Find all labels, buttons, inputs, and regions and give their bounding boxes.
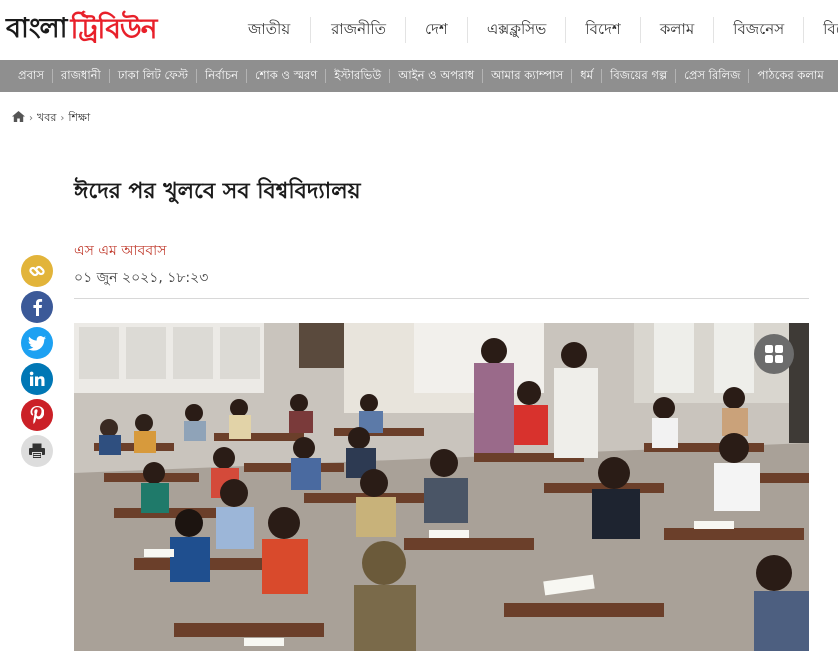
subnav-divider <box>108 69 110 83</box>
grid-icon <box>765 345 783 363</box>
nav-item-entertainment[interactable]: বিনোদন <box>823 18 838 43</box>
nav-divider <box>466 17 468 43</box>
nav-item-exclusive[interactable]: এক্সক্লুসিভ <box>487 18 547 43</box>
linkedin-icon <box>29 371 45 386</box>
facebook-share-button[interactable] <box>21 291 53 323</box>
home-icon[interactable] <box>12 111 25 125</box>
subnav-item-victory-stories[interactable]: বিজয়ের গল্প <box>610 67 667 86</box>
copy-link-button[interactable] <box>21 255 53 287</box>
share-bar <box>21 255 53 471</box>
breadcrumb: › খবর › শিক্ষা <box>12 110 90 126</box>
twitter-share-button[interactable] <box>21 327 53 359</box>
article-date: ০১ জুন ২০২১, ১৮:২৩ <box>74 270 209 286</box>
nav-divider <box>310 17 312 43</box>
subnav-item-campus[interactable]: আমার ক্যাম্পাস <box>491 67 563 86</box>
gallery-button[interactable] <box>754 334 794 374</box>
article-photo <box>74 323 809 651</box>
article-author[interactable]: এস এম আববাস <box>74 239 166 263</box>
subnav-divider <box>748 69 750 83</box>
subnav-item-press-release[interactable]: প্রেস রিলিজ <box>684 67 740 86</box>
subnav-divider <box>389 69 391 83</box>
subnav-item-probash[interactable]: প্রবাস <box>18 67 44 86</box>
nav-item-politics[interactable]: রাজনীতি <box>331 18 386 43</box>
print-icon <box>29 443 45 459</box>
subnav-item-reader-column[interactable]: পাঠকের কলাম <box>757 67 823 86</box>
pinterest-icon <box>30 406 44 424</box>
subnav-divider <box>51 69 53 83</box>
main-nav: জাতীয় রাজনীতি দেশ এক্সক্লুসিভ বিদেশ কলা… <box>232 0 838 60</box>
nav-item-country[interactable]: দেশ <box>425 18 448 43</box>
subnav-divider <box>245 69 247 83</box>
chevron-right-icon: › <box>60 112 65 124</box>
site-header: বাংলা ট্রিবিউন জাতীয় রাজনীতি দেশ এক্সক্… <box>0 0 838 61</box>
twitter-icon <box>28 335 46 351</box>
nav-divider <box>713 17 715 43</box>
subnav-item-religion[interactable]: ধর্ম <box>580 67 593 86</box>
nav-item-international[interactable]: বিদেশ <box>585 18 620 43</box>
breadcrumb-news[interactable]: খবর <box>37 109 56 128</box>
breadcrumb-education[interactable]: শিক্ষা <box>68 109 90 128</box>
nav-item-column[interactable]: কলাম <box>660 18 694 43</box>
facebook-icon <box>33 299 43 316</box>
subnav-divider <box>195 69 197 83</box>
subnav-item-interview[interactable]: ইস্টারভিউ <box>334 67 381 86</box>
subnav-divider <box>601 69 603 83</box>
nav-item-national[interactable]: জাতীয় <box>248 18 290 43</box>
subnav-item-obituary[interactable]: শোক ও স্মরণ <box>255 67 317 86</box>
site-logo[interactable]: বাংলা ট্রিবিউন <box>6 12 157 48</box>
subnav-item-dhaka-lit-fest[interactable]: ঢাকা লিট ফেস্ট <box>118 67 188 86</box>
nav-divider <box>565 17 567 43</box>
divider <box>74 298 809 299</box>
nav-item-business[interactable]: বিজনেস <box>733 18 784 43</box>
article-title: ঈদের পর খুলবে সব বিশ্ববিদ্যালয় <box>74 179 361 204</box>
print-button[interactable] <box>21 435 53 467</box>
linkedin-share-button[interactable] <box>21 363 53 395</box>
subnav-divider <box>482 69 484 83</box>
subnav-item-capital[interactable]: রাজধানী <box>61 67 101 86</box>
logo-part-2: ট্রিবিউন <box>70 11 157 45</box>
nav-divider <box>803 17 805 43</box>
logo-part-1: বাংলা <box>6 12 67 44</box>
chevron-right-icon: › <box>29 112 33 124</box>
subnav-divider <box>325 69 327 83</box>
subnav-item-law-crime[interactable]: আইন ও অপরাধ <box>398 67 474 86</box>
secondary-nav: প্রবাস রাজধানী ঢাকা লিট ফেস্ট নির্বাচন শ… <box>0 60 838 92</box>
nav-divider <box>404 17 406 43</box>
pinterest-share-button[interactable] <box>21 399 53 431</box>
subnav-item-election[interactable]: নির্বাচন <box>205 67 238 86</box>
link-icon <box>29 265 45 277</box>
subnav-divider <box>675 69 677 83</box>
subnav-divider <box>571 69 573 83</box>
nav-divider <box>639 17 641 43</box>
